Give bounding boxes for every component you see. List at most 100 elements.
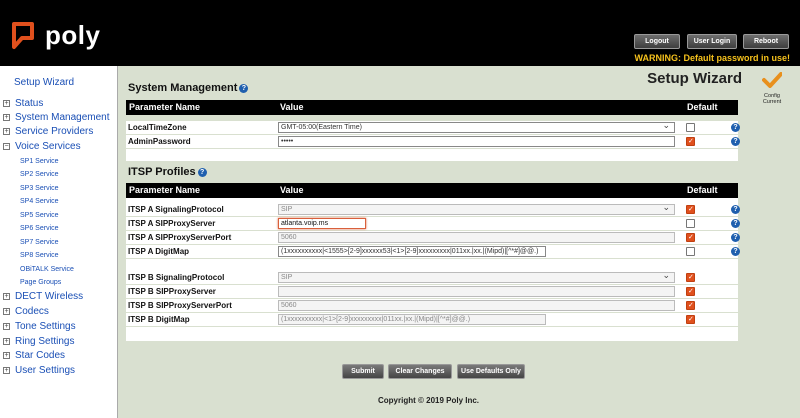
table-spacer	[126, 149, 738, 161]
default-checkbox[interactable]	[686, 315, 695, 324]
sidebar-item-codecs[interactable]: + Codecs	[3, 306, 49, 317]
table-spacer	[126, 259, 738, 271]
table-row: ITSP B SIPProxyServerPort 5060	[126, 299, 738, 312]
signaling-protocol-select[interactable]: SIP	[278, 272, 675, 283]
default-checkbox[interactable]	[686, 123, 695, 132]
default-checkbox[interactable]	[686, 273, 695, 282]
table-header: Parameter Name Value Default	[126, 100, 738, 115]
help-icon[interactable]: ?	[731, 233, 740, 242]
column-header-value: Value	[280, 185, 304, 195]
expand-icon[interactable]: +	[3, 114, 10, 121]
param-name: LocalTimeZone	[128, 123, 187, 132]
section-title-text: System Management	[128, 82, 238, 94]
table-row: ITSP A DigitMap (1xxxxxxxxxx|<1555>[2-9]…	[126, 245, 740, 258]
help-icon[interactable]: ?	[731, 123, 740, 132]
column-header-name: Parameter Name	[129, 185, 201, 195]
sidebar-sub-sp6[interactable]: SP6 Service	[20, 225, 59, 232]
user-login-button[interactable]: User Login	[687, 34, 737, 49]
sidebar-sub-sp8[interactable]: SP8 Service	[20, 252, 59, 259]
sidebar-item-status[interactable]: + Status	[3, 98, 43, 109]
reboot-button[interactable]: Reboot	[743, 34, 789, 49]
table-row: ITSP B SignalingProtocol SIP	[126, 271, 738, 284]
sidebar-sub-sp5[interactable]: SP5 Service	[20, 212, 59, 219]
sidebar-sub-obitalk[interactable]: OBiTALK Service	[20, 266, 74, 273]
param-name: ITSP A SIPProxyServerPort	[128, 233, 232, 242]
checkmark-icon	[762, 72, 783, 88]
sidebar-sub-sp2[interactable]: SP2 Service	[20, 171, 59, 178]
section-title-text: ITSP Profiles	[128, 166, 196, 178]
section-title-system-management: System Management ?	[128, 82, 249, 94]
sidebar-item-dect-wireless[interactable]: + DECT Wireless	[3, 291, 83, 302]
expand-icon[interactable]: +	[3, 128, 10, 135]
page-title: Setup Wizard	[647, 70, 742, 87]
sidebar-item-system-management[interactable]: + System Management	[3, 112, 110, 123]
param-name: ITSP B SIPProxyServerPort	[128, 301, 232, 310]
sidebar-item-label: Codecs	[15, 306, 49, 317]
help-icon[interactable]: ?	[731, 137, 740, 146]
sidebar-sub-sp3[interactable]: SP3 Service	[20, 185, 59, 192]
sidebar-item-service-providers[interactable]: + Service Providers	[3, 126, 93, 137]
expand-icon[interactable]: +	[3, 100, 10, 107]
sidebar-item-label: Star Codes	[15, 350, 66, 361]
help-icon[interactable]: ?	[197, 167, 207, 177]
table-header: Parameter Name Value Default	[126, 183, 738, 198]
default-checkbox[interactable]	[686, 247, 695, 256]
expand-icon[interactable]: +	[3, 293, 10, 300]
help-icon[interactable]: ?	[731, 247, 740, 256]
param-name: ITSP B SignalingProtocol	[128, 273, 225, 282]
table-row: ITSP A SIPProxyServerPort 5060 ?	[126, 231, 740, 244]
admin-password-input[interactable]: •••••	[278, 136, 675, 147]
help-icon[interactable]: ?	[731, 205, 740, 214]
default-password-warning: WARNING: Default password in use!	[634, 53, 790, 63]
table-row: ITSP B DigitMap (1xxxxxxxxxx|<1>[2-9]xxx…	[126, 313, 738, 326]
column-header-default: Default	[687, 102, 718, 112]
sidebar-item-label: DECT Wireless	[15, 291, 84, 302]
digit-map-input[interactable]: (1xxxxxxxxxx|<1555>[2-9]xxxxxx53|<1>[2-9…	[278, 246, 546, 257]
logout-button[interactable]: Logout	[634, 34, 680, 49]
column-header-value: Value	[280, 102, 304, 112]
sidebar-item-ring-settings[interactable]: + Ring Settings	[3, 336, 74, 347]
poly-logo-icon	[12, 22, 34, 49]
timezone-select[interactable]: GMT-05:00(Eastern Time)	[278, 122, 675, 133]
default-checkbox[interactable]	[686, 219, 695, 228]
digit-map-input[interactable]: (1xxxxxxxxxx|<1>[2-9]xxxxxxxxx|011xx.|xx…	[278, 314, 546, 325]
sidebar-sub-sp7[interactable]: SP7 Service	[20, 239, 59, 246]
sidebar-sub-page-groups[interactable]: Page Groups	[20, 279, 61, 286]
default-checkbox[interactable]	[686, 233, 695, 242]
sidebar-item-label: Tone Settings	[15, 321, 76, 332]
param-name: ITSP B DigitMap	[128, 315, 190, 324]
sidebar-item-voice-services[interactable]: − Voice Services	[3, 141, 81, 152]
sip-proxy-server-input[interactable]	[278, 286, 675, 297]
use-defaults-button[interactable]: Use Defaults Only	[457, 364, 525, 379]
sidebar-item-tone-settings[interactable]: + Tone Settings	[3, 321, 76, 332]
param-name: AdminPassword	[128, 137, 191, 146]
default-checkbox[interactable]	[686, 287, 695, 296]
sidebar-item-label: Ring Settings	[15, 336, 75, 347]
brand-name: poly	[45, 20, 101, 50]
sidebar-sub-sp1[interactable]: SP1 Service	[20, 158, 59, 165]
default-checkbox[interactable]	[686, 137, 695, 146]
sidebar-item-star-codes[interactable]: + Star Codes	[3, 350, 65, 361]
collapse-icon[interactable]: −	[3, 143, 10, 150]
table-row: ITSP A SignalingProtocol SIP ?	[126, 203, 740, 216]
expand-icon[interactable]: +	[3, 352, 10, 359]
expand-icon[interactable]: +	[3, 323, 10, 330]
table-row: ITSP B SIPProxyServer	[126, 285, 738, 298]
signaling-protocol-select[interactable]: SIP	[278, 204, 675, 215]
submit-button[interactable]: Submit	[342, 364, 384, 379]
clear-changes-button[interactable]: Clear Changes	[388, 364, 452, 379]
sidebar-sub-sp4[interactable]: SP4 Service	[20, 198, 59, 205]
sip-proxy-server-input[interactable]: atlanta.voip.ms	[278, 218, 366, 229]
default-checkbox[interactable]	[686, 205, 695, 214]
sidebar-item-setup-wizard[interactable]: Setup Wizard	[14, 77, 74, 88]
help-icon[interactable]: ?	[239, 83, 249, 93]
expand-icon[interactable]: +	[3, 367, 10, 374]
sip-proxy-port-input[interactable]: 5060	[278, 232, 675, 243]
expand-icon[interactable]: +	[3, 308, 10, 315]
param-name: ITSP A SIPProxyServer	[128, 219, 216, 228]
default-checkbox[interactable]	[686, 301, 695, 310]
sip-proxy-port-input[interactable]: 5060	[278, 300, 675, 311]
sidebar-item-user-settings[interactable]: + User Settings	[3, 365, 75, 376]
help-icon[interactable]: ?	[731, 219, 740, 228]
expand-icon[interactable]: +	[3, 338, 10, 345]
